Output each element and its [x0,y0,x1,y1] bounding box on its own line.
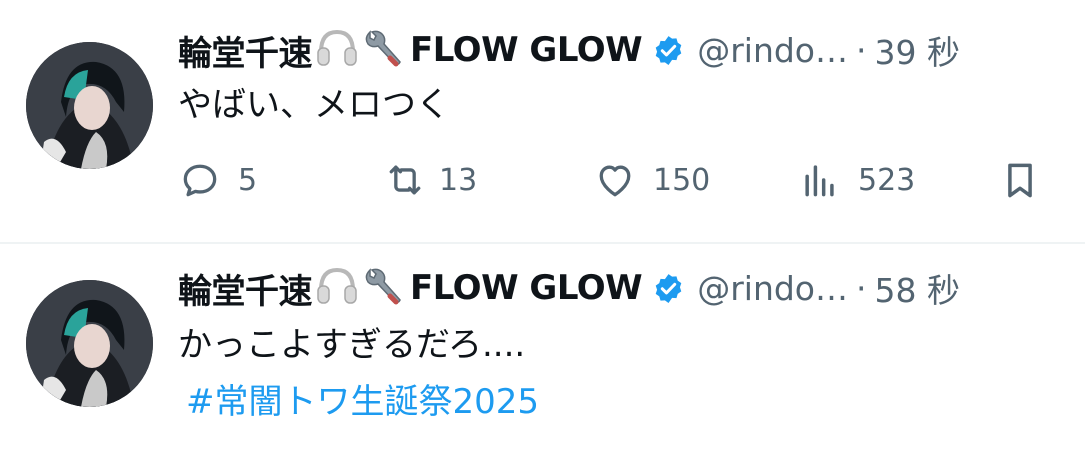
timestamp[interactable]: 39 秒 [875,26,960,74]
tweet-text: かっこよすぎるだろ.... [178,325,526,365]
avatar[interactable] [26,280,153,407]
separator: · [856,268,867,308]
tweet-actions: 5 13 150 523 [178,155,1067,205]
retweet-icon [389,165,421,195]
views-count: 523 [858,162,916,198]
tweet[interactable]: 輪堂千速 FLOW GLOW [0,0,1085,242]
wrench-icon [362,28,404,72]
headphones-icon [316,266,358,310]
hashtag-link[interactable]: #常闇トワ生誕祭2025 [186,374,539,423]
retweet-count: 13 [439,162,478,198]
wrench-icon [362,266,404,310]
bookmark-icon [1008,163,1032,198]
tweet-text: やばい、メロつく [178,85,450,125]
avatar[interactable] [26,42,153,169]
timestamp[interactable]: 58 秒 [875,264,960,312]
like-button[interactable]: 150 [593,155,710,205]
verified-badge-icon [652,272,685,305]
bookmark-button[interactable] [998,155,1042,205]
display-name[interactable]: 輪堂千速 [178,26,313,75]
verified-badge-icon [652,34,685,67]
tweet-header: 輪堂千速 FLOW GLOW [178,264,1067,313]
handle[interactable]: @rindo… [697,31,848,70]
tweet[interactable]: 輪堂千速 FLOW GLOW [0,244,1085,458]
reply-button[interactable]: 5 [178,155,257,205]
avatar-image [26,280,153,407]
headphones-icon [316,28,358,72]
analytics-icon [805,165,834,197]
retweet-button[interactable]: 13 [383,155,477,205]
views-button[interactable]: 523 [798,155,915,205]
heart-icon [599,165,631,197]
reply-count: 5 [238,162,258,198]
avatar-image [26,42,153,169]
separator: · [856,30,867,70]
like-count: 150 [653,162,711,198]
reply-icon [183,164,217,197]
display-name-suffix[interactable]: FLOW GLOW [410,30,643,70]
display-name[interactable]: 輪堂千速 [178,264,313,313]
tweet-header: 輪堂千速 FLOW GLOW [178,26,1067,75]
handle[interactable]: @rindo… [697,269,848,308]
display-name-suffix[interactable]: FLOW GLOW [410,268,643,308]
